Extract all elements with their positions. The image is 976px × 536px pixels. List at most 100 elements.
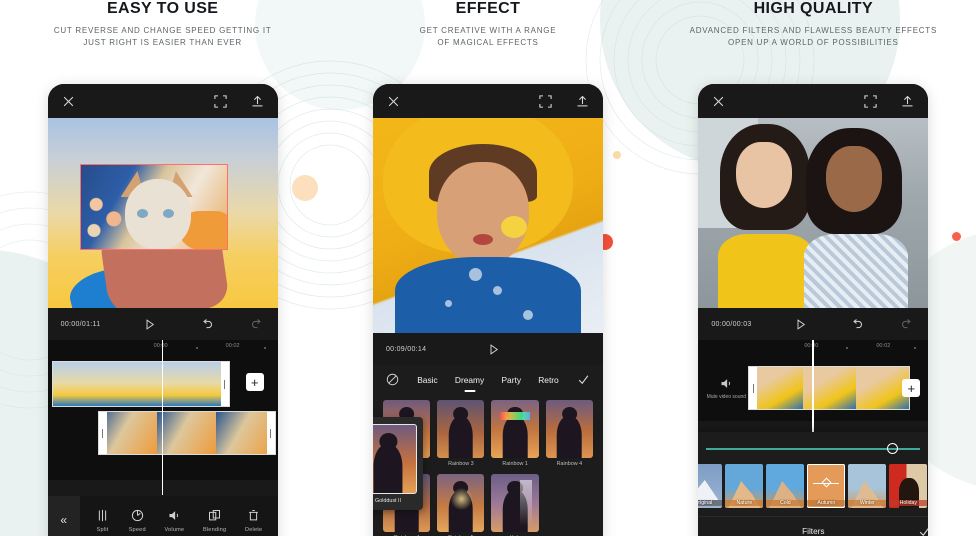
- mute-video-sound-button[interactable]: Mute video sound: [704, 376, 748, 400]
- export-icon[interactable]: [900, 94, 915, 109]
- effect-label: Rainbow 3: [448, 461, 474, 467]
- effect-thumb: [545, 400, 593, 458]
- ruler-tick-1: 00:02: [876, 343, 891, 349]
- toolbar-item-speed[interactable]: Speed: [129, 508, 146, 533]
- toolbar-item-blending[interactable]: Blending: [203, 508, 226, 533]
- close-icon[interactable]: [711, 94, 726, 109]
- effect-cell[interactable]: Rainbow 1: [491, 400, 539, 467]
- panel-2-headline-block: EFFECT GET CREATIVE WITH A RANGE OF MAGI…: [325, 0, 650, 49]
- timeline-track-area-1[interactable]: +: [47, 340, 278, 495]
- export-icon[interactable]: [575, 94, 590, 109]
- add-clip-button[interactable]: +: [902, 379, 921, 397]
- fullscreen-icon[interactable]: [538, 94, 553, 109]
- filter-item-original[interactable]: Original: [698, 464, 723, 508]
- cat-face: [124, 179, 191, 249]
- play-icon[interactable]: [793, 317, 808, 332]
- preview-lips: [472, 234, 493, 245]
- effect-cell[interactable]: Rainbow 4: [545, 400, 593, 467]
- add-clip-button[interactable]: +: [245, 373, 264, 391]
- ruler-tick-0: 00:00: [153, 343, 168, 349]
- person-right: [804, 128, 909, 308]
- toolbar-item-volume[interactable]: Volume: [164, 508, 184, 533]
- bokeh-3: [444, 300, 452, 307]
- toolbar-back-button[interactable]: «: [47, 496, 80, 536]
- ruler-tick-1: 00:02: [225, 343, 240, 349]
- fullscreen-icon[interactable]: [213, 94, 228, 109]
- effect-thumb: [437, 474, 485, 532]
- playhead-1[interactable]: [161, 340, 164, 495]
- slider-knob[interactable]: [887, 443, 899, 454]
- play-icon[interactable]: [486, 342, 501, 357]
- clip2-trim-handle-right[interactable]: [266, 412, 275, 454]
- filters-panel: Original Nature Cold: [698, 432, 929, 536]
- toolbar-label-volume: Volume: [164, 526, 185, 533]
- cat-flowers: [82, 187, 127, 245]
- effect-tab-dreamy[interactable]: Dreamy: [455, 373, 484, 387]
- clip3-trim-handle-left[interactable]: [749, 367, 758, 409]
- close-icon[interactable]: [386, 94, 401, 109]
- no-effect-icon[interactable]: [385, 372, 400, 387]
- filter-item-cold[interactable]: Cold: [766, 464, 805, 508]
- toolbar-item-delete[interactable]: Delete: [245, 508, 262, 533]
- video-preview-1: [47, 118, 278, 308]
- video-preview-3: [698, 118, 929, 308]
- panel-1-headline-block: EASY TO USE CUT REVERSE AND CHANGE SPEED…: [0, 0, 325, 49]
- preview-face: [436, 162, 529, 266]
- effect-label: Rainbow 1: [502, 461, 528, 467]
- timecode-2: 00:09/00:14: [385, 345, 427, 353]
- undo-icon[interactable]: [199, 317, 214, 332]
- check-icon[interactable]: [576, 372, 591, 387]
- effect-selected-label: Golddust II: [374, 498, 402, 504]
- redo-icon[interactable]: [900, 317, 915, 332]
- effect-tab-basic[interactable]: Basic: [417, 373, 437, 387]
- effect-cell[interactable]: Rainbow 5: [437, 474, 485, 536]
- check-icon[interactable]: [917, 524, 929, 536]
- filter-intensity-slider[interactable]: [706, 443, 921, 455]
- toolbar-label-blending: Blending: [202, 526, 227, 533]
- fullscreen-icon[interactable]: [863, 94, 878, 109]
- panel-2-subtitle: GET CREATIVE WITH A RANGE OF MAGICAL EFF…: [419, 26, 557, 47]
- video-preview-2: [372, 118, 603, 333]
- timeline-track-area-3[interactable]: Mute video sound +: [698, 340, 929, 435]
- effect-tab-retro[interactable]: Retro: [538, 373, 558, 387]
- filter-item-holiday[interactable]: Holiday: [889, 464, 928, 508]
- toolbar-label-split: Split: [96, 526, 109, 533]
- phone-mockup-3: 00:00/00:03 00:00 00:02 Mute video sound…: [698, 84, 929, 536]
- bokeh-1: [468, 268, 482, 281]
- filter-item-autumn[interactable]: Autumn: [807, 464, 846, 508]
- filter-item-nature[interactable]: Nature: [725, 464, 764, 508]
- timeline-clip-3[interactable]: [748, 366, 911, 410]
- panel-3-title: HIGH QUALITY: [753, 0, 874, 17]
- crop-overlay-frame[interactable]: [79, 164, 228, 250]
- panel-1-title: EASY TO USE: [106, 0, 219, 17]
- clip-trim-handle-right[interactable]: [220, 362, 229, 406]
- redo-icon[interactable]: [250, 317, 265, 332]
- ruler-tick-0: 00:00: [804, 343, 819, 349]
- app-screenshot: EASY TO USE CUT REVERSE AND CHANGE SPEED…: [0, 0, 976, 536]
- blending-icon: [209, 509, 221, 520]
- effect-selected-preview[interactable]: Golddust II: [372, 417, 423, 510]
- effect-tab-party[interactable]: Party: [501, 373, 521, 387]
- clip2-trim-handle-left[interactable]: [98, 412, 107, 454]
- filters-footer: Filters: [698, 516, 929, 536]
- player-controls-3: 00:00/00:03: [698, 308, 929, 340]
- timecode-3: 00:00/00:03: [711, 320, 752, 328]
- filter-item-winter[interactable]: Winter: [848, 464, 887, 508]
- export-icon[interactable]: [250, 94, 265, 109]
- effect-cell[interactable]: Halo: [491, 474, 539, 536]
- effect-thumb: [491, 400, 539, 458]
- preview-body: [394, 257, 581, 333]
- filter-label: Cold: [766, 500, 805, 506]
- speed-icon: [131, 509, 143, 521]
- filter-list[interactable]: Original Nature Cold: [698, 464, 928, 516]
- undo-icon[interactable]: [849, 317, 864, 332]
- timeline-clip-secondary[interactable]: [97, 411, 276, 455]
- play-icon[interactable]: [142, 317, 157, 332]
- close-icon[interactable]: [61, 94, 76, 109]
- timeline-clip-primary[interactable]: [51, 361, 230, 407]
- toolbar-item-split[interactable]: Split: [95, 508, 110, 533]
- effect-cell[interactable]: Rainbow 3: [437, 400, 485, 467]
- effect-thumb: [491, 474, 539, 532]
- effect-tab-bar: Basic Dreamy Party Retro: [372, 365, 603, 391]
- playhead-3[interactable]: [812, 340, 814, 435]
